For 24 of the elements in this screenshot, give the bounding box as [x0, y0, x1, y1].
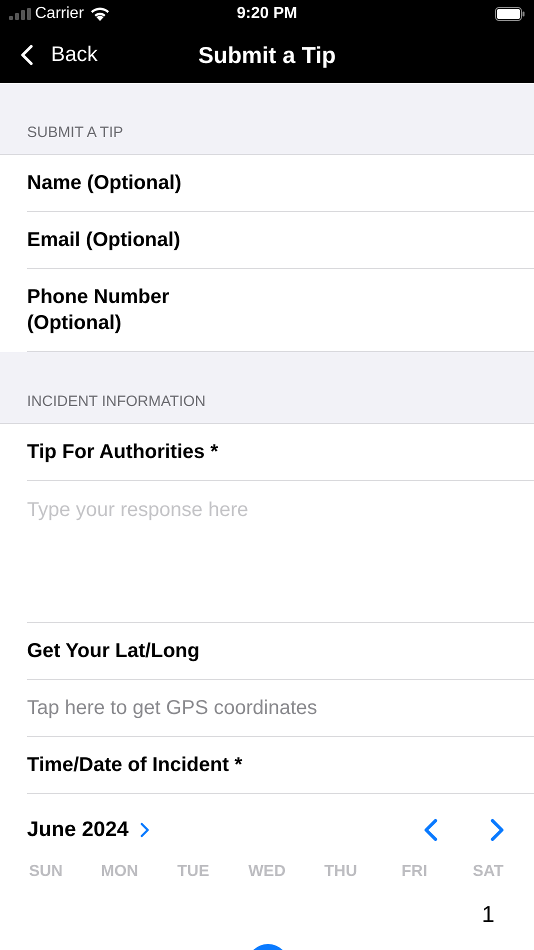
month-button[interactable]: June 2024 — [27, 814, 153, 846]
section-header: SUBMIT A TIP — [27, 122, 124, 142]
field-label: Time/Date of Incident * — [27, 753, 244, 778]
back-button[interactable]: Back — [15, 39, 98, 71]
section-header: INCIDENT INFORMATION — [27, 392, 206, 412]
wifi-icon — [90, 6, 110, 20]
clock-text: 9:20 PM — [236, 4, 298, 24]
carrier-text: Carrier — [35, 4, 84, 24]
field-label: Email (Optional) — [27, 228, 182, 253]
day-cell[interactable]: 1 — [482, 900, 495, 928]
field-label: Tip For Authorities * — [27, 440, 220, 465]
weekday-label: SUN — [28, 862, 63, 882]
screen-title: Submit a Tip — [198, 40, 336, 70]
weekday-label: WED — [248, 862, 286, 882]
weekday-label: THU — [324, 862, 358, 882]
weekday-label: MON — [100, 862, 138, 882]
field-label: Name (Optional) — [27, 171, 182, 196]
battery-icon — [495, 6, 525, 20]
field-label: Phone Number (Optional) — [27, 285, 170, 336]
weekday-label: SAT — [472, 862, 504, 882]
weekday-label: TUE — [177, 862, 210, 882]
signal-icon — [9, 8, 31, 20]
weekday-label: FRI — [402, 862, 428, 882]
field-label: Get Your Lat/Long — [27, 639, 201, 664]
